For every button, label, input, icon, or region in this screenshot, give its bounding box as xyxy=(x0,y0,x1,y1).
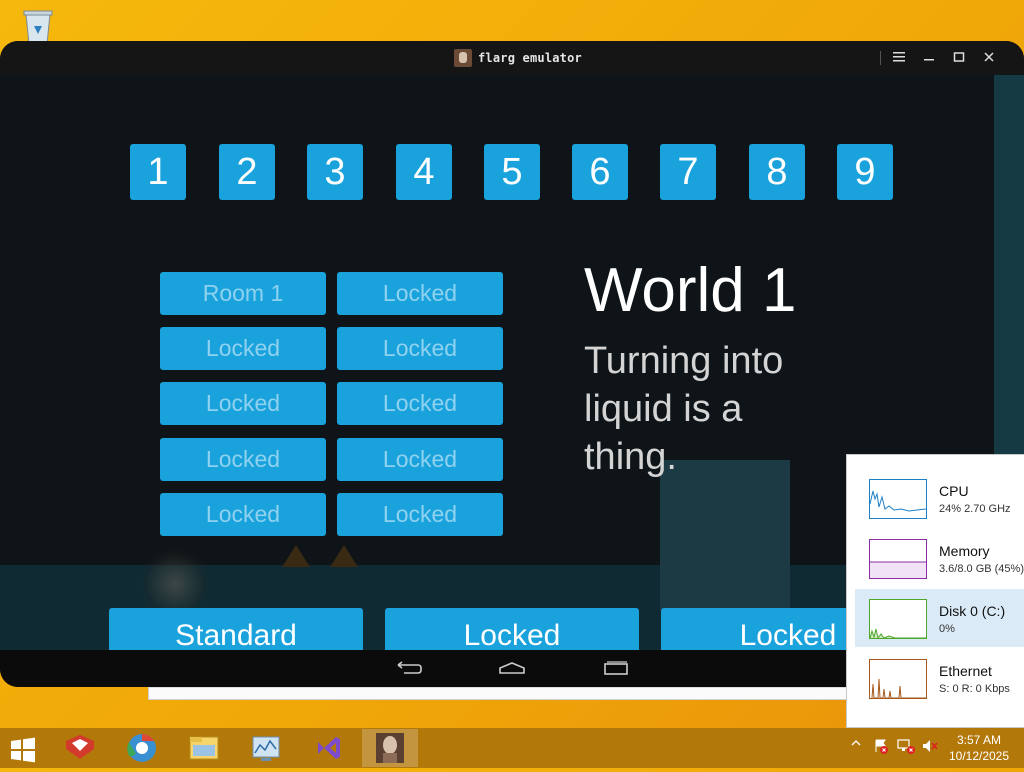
menu-icon[interactable] xyxy=(887,47,911,69)
room-button-7[interactable]: Locked xyxy=(160,438,326,481)
mode-button-standard[interactable]: Standard xyxy=(109,608,363,650)
spike-decoration xyxy=(330,545,358,567)
taskbar: 3:57 AM 10/12/2025 xyxy=(0,728,1024,768)
world-tab-7[interactable]: 7 xyxy=(660,144,716,200)
cpu-graph xyxy=(869,479,927,519)
clock-time: 3:57 AM xyxy=(956,733,1002,747)
clock-date: 10/12/2025 xyxy=(948,749,1010,763)
background-block xyxy=(660,460,790,610)
back-icon[interactable] xyxy=(394,658,424,678)
show-hidden-icons-icon[interactable] xyxy=(851,738,861,751)
perf-value: 24% 2.70 GHz xyxy=(939,503,1011,515)
windows-start-icon[interactable] xyxy=(10,737,36,763)
room-button-1[interactable]: Room 1 xyxy=(160,272,326,315)
visual-studio-icon[interactable] xyxy=(300,729,356,767)
perf-value: S: 0 R: 0 Kbps xyxy=(939,683,1010,695)
world-tab-9[interactable]: 9 xyxy=(837,144,893,200)
home-icon[interactable] xyxy=(497,658,527,678)
window-title: flarg emulator xyxy=(478,51,582,65)
perf-item-ethernet[interactable]: Ethernet S: 0 R: 0 Kbps xyxy=(859,649,1024,707)
action-center-icon[interactable] xyxy=(873,738,889,757)
perf-value: 0% xyxy=(939,623,955,635)
network-icon[interactable] xyxy=(897,738,915,757)
title-bar[interactable]: flarg emulator xyxy=(0,41,1024,75)
room-button-10[interactable]: Locked xyxy=(337,493,503,536)
recycle-bin-icon[interactable] xyxy=(20,6,56,46)
perf-name: CPU xyxy=(939,483,969,499)
ethernet-graph xyxy=(869,659,927,699)
volume-muted-icon[interactable] xyxy=(921,738,939,757)
chrome-browser-icon[interactable] xyxy=(114,729,170,767)
room-button-8[interactable]: Locked xyxy=(337,438,503,481)
recents-icon[interactable] xyxy=(601,658,631,678)
game-screen[interactable]: 1 2 3 4 5 6 7 8 9 Room 1 Locked Locked L… xyxy=(0,75,994,650)
room-button-3[interactable]: Locked xyxy=(160,327,326,370)
title-separator xyxy=(880,51,881,65)
gift-app-icon[interactable] xyxy=(52,729,108,767)
perf-item-memory[interactable]: Memory 3.6/8.0 GB (45%) xyxy=(859,529,1024,587)
room-button-6[interactable]: Locked xyxy=(337,382,503,425)
world-tab-3[interactable]: 3 xyxy=(307,144,363,200)
world-tab-6[interactable]: 6 xyxy=(572,144,628,200)
task-manager-icon[interactable] xyxy=(238,729,294,767)
room-button-4[interactable]: Locked xyxy=(337,327,503,370)
spike-decoration xyxy=(282,545,310,567)
flarg-app-icon xyxy=(454,49,472,67)
perf-name: Disk 0 (C:) xyxy=(939,603,1006,619)
mode-button-2[interactable]: Locked xyxy=(385,608,639,650)
performance-monitor: CPU 24% 2.70 GHz Memory 3.6/8.0 GB (45%)… xyxy=(846,454,1024,728)
perf-name: Ethernet xyxy=(939,663,992,679)
world-tab-1[interactable]: 1 xyxy=(130,144,186,200)
room-button-5[interactable]: Locked xyxy=(160,382,326,425)
memory-graph xyxy=(869,539,927,579)
world-tab-2[interactable]: 2 xyxy=(219,144,275,200)
file-explorer-icon[interactable] xyxy=(176,729,232,767)
world-tab-8[interactable]: 8 xyxy=(749,144,805,200)
disk-graph xyxy=(869,599,927,640)
perf-name: Memory xyxy=(939,543,990,559)
flarg-emulator-icon[interactable] xyxy=(362,729,418,767)
minimize-icon[interactable] xyxy=(917,47,941,69)
perf-item-cpu[interactable]: CPU 24% 2.70 GHz xyxy=(859,469,1024,527)
world-tab-5[interactable]: 5 xyxy=(484,144,540,200)
room-button-2[interactable]: Locked xyxy=(337,272,503,315)
world-title: World 1 xyxy=(584,256,797,325)
close-icon[interactable] xyxy=(977,47,1001,69)
world-tab-4[interactable]: 4 xyxy=(396,144,452,200)
world-description: Turning into liquid is a thing. xyxy=(584,340,784,478)
perf-item-disk[interactable]: Disk 0 (C:) 0% xyxy=(855,589,1024,647)
room-button-9[interactable]: Locked xyxy=(160,493,326,536)
maximize-icon[interactable] xyxy=(947,47,971,69)
perf-value: 3.6/8.0 GB (45%) xyxy=(939,563,1024,575)
system-clock[interactable]: 3:57 AM 10/12/2025 xyxy=(944,732,1014,764)
